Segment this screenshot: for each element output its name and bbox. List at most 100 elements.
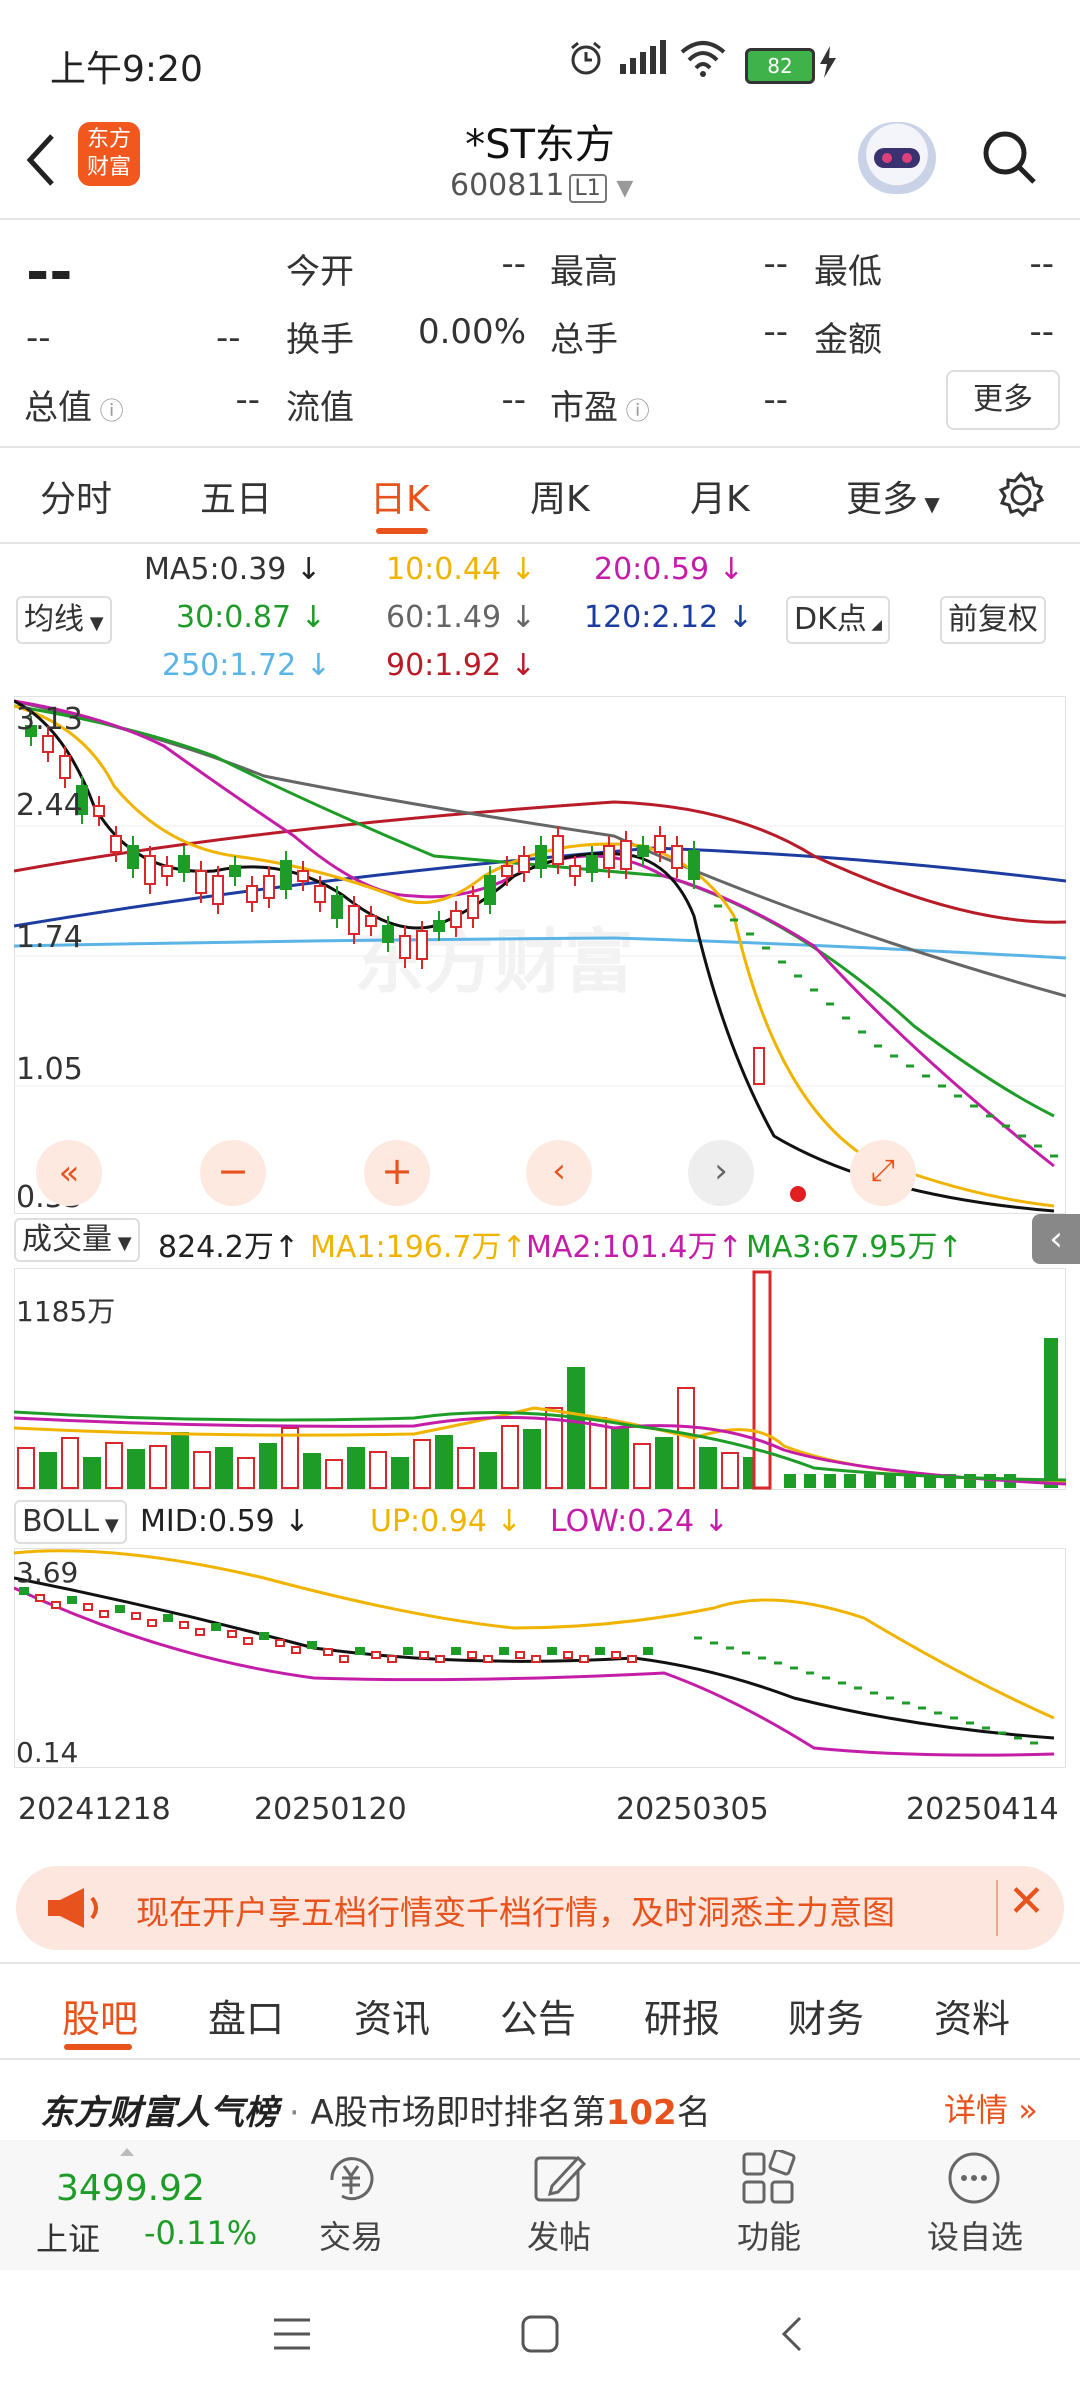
boll-candle <box>515 1651 525 1659</box>
tab-more[interactable]: 更多 ▼ <box>846 470 940 522</box>
volume-bar <box>784 1474 796 1488</box>
volume-chart[interactable] <box>14 1268 1066 1490</box>
robot-assistant-icon[interactable] <box>858 122 936 194</box>
zoom-out-button[interactable]: − <box>200 1140 266 1206</box>
boll-candle <box>339 1655 349 1663</box>
stock-code[interactable]: 600811 L1 ▼ <box>450 168 633 203</box>
tab-more-label: 更多 <box>846 479 919 520</box>
boll-candle <box>355 1647 365 1655</box>
menu-icon[interactable] <box>272 2316 312 2352</box>
rank-detail-link[interactable]: 详情 » <box>944 2085 1038 2131</box>
volume-label: 总手 <box>550 320 618 360</box>
tab-profile[interactable]: 资料 <box>934 1988 1010 2043</box>
candle <box>450 910 462 928</box>
chevron-down-icon: ▼ <box>616 176 634 201</box>
volume-indicator-select[interactable]: 成交量 ▼ <box>14 1218 140 1262</box>
x-date-4: 20250414 <box>906 1792 1059 1827</box>
promo-banner[interactable]: 现在开户享五档行情变千档行情，及时洞悉主力意图 ✕ <box>16 1866 1064 1950</box>
zoom-in-button[interactable]: + <box>364 1140 430 1206</box>
volume-bar <box>105 1442 123 1489</box>
low-label: 最低 <box>814 252 882 292</box>
tab-monthly-k[interactable]: 月K <box>690 470 750 522</box>
x-date-1: 20241218 <box>18 1792 171 1827</box>
boll-candle <box>163 1614 173 1622</box>
nav-add-watchlist[interactable]: 设自选 <box>920 2212 1030 2258</box>
boll-candle <box>83 1603 93 1611</box>
volume-bar <box>633 1443 651 1489</box>
volume-bar <box>39 1452 57 1489</box>
ma60-legend: 60:1.49 ↓ <box>386 600 536 635</box>
home-icon[interactable] <box>520 2314 560 2354</box>
volume-bar <box>567 1367 585 1489</box>
boll-candle <box>131 1612 141 1620</box>
tab-news[interactable]: 资讯 <box>354 1988 430 2043</box>
dk-point-button[interactable]: DK点 ◢ <box>786 596 890 644</box>
amount-label: 金额 <box>814 320 882 360</box>
tab-guba[interactable]: 股吧 <box>62 1988 138 2043</box>
caret-down-icon: ▼ <box>84 613 104 634</box>
collapse-panel-icon[interactable]: ‹ <box>1032 1214 1080 1264</box>
boll-candle <box>387 1655 397 1663</box>
ma5-legend: MA5:0.39 ↓ <box>144 552 321 587</box>
close-icon[interactable]: ✕ <box>1008 1876 1045 1927</box>
volume-bar <box>347 1447 365 1489</box>
pe-value: -- <box>763 380 788 420</box>
boll-indicator-select[interactable]: BOLL ▼ <box>14 1500 127 1544</box>
boll-axis-top: 3.69 <box>16 1556 79 1589</box>
tab-intraday[interactable]: 分时 <box>40 470 112 522</box>
volume-bar <box>479 1452 497 1489</box>
rank-number: 102 <box>605 2093 677 2133</box>
expand-icon[interactable]: ⤢ <box>850 1140 916 1206</box>
info-icon[interactable]: ⓘ <box>618 397 650 425</box>
boll-candle <box>51 1601 61 1609</box>
scroll-right-button[interactable]: › <box>688 1140 754 1206</box>
search-icon[interactable] <box>980 128 1038 186</box>
ma120-legend: 120:2.12 ↓ <box>584 600 753 635</box>
volume-bar <box>721 1452 739 1489</box>
volume-bar <box>864 1474 876 1488</box>
candle <box>586 855 598 873</box>
nav-trade[interactable]: 交易 <box>296 2212 406 2258</box>
info-icon[interactable]: ⓘ <box>92 397 124 425</box>
vol-ma3-value: MA3:67.95万 <box>746 1230 938 1265</box>
rewind-button[interactable]: « <box>36 1140 102 1206</box>
caret-down-icon: ▼ <box>99 1515 119 1536</box>
volume-bar <box>325 1459 343 1489</box>
candle <box>42 735 54 753</box>
back-icon[interactable] <box>776 2314 806 2354</box>
boll-chart[interactable] <box>14 1548 1066 1768</box>
candle <box>637 845 649 857</box>
tab-research[interactable]: 研报 <box>644 1988 720 2043</box>
tab-pankou[interactable]: 盘口 <box>208 1988 284 2043</box>
candle <box>263 875 275 899</box>
down-arrow-icon: ↓ <box>727 600 753 635</box>
down-arrow-icon: ↓ <box>510 648 536 683</box>
scroll-left-button[interactable]: ‹ <box>526 1140 592 1206</box>
candle <box>178 855 190 873</box>
settings-gear-icon[interactable] <box>996 470 1046 520</box>
tab-finance[interactable]: 财务 <box>788 1988 864 2043</box>
candlestick-chart[interactable]: 东方财富 <box>14 696 1066 1214</box>
boll-candle <box>147 1619 157 1627</box>
index-change: -0.11% <box>144 2214 258 2252</box>
more-quote-button[interactable]: 更多 <box>946 370 1060 430</box>
pe-text: 市盈 <box>550 388 618 428</box>
dk-point-label: DK点 <box>794 602 867 637</box>
tab-daily-k[interactable]: 日K <box>370 470 430 522</box>
volume-bar <box>457 1447 475 1489</box>
nav-functions[interactable]: 功能 <box>714 2212 824 2258</box>
boll-mid-legend: MID:0.59 ↓ <box>140 1504 310 1539</box>
tab-five-day[interactable]: 五日 <box>200 470 272 522</box>
index-value[interactable]: 3499.92 <box>56 2168 205 2209</box>
boll-low-value: LOW:0.24 <box>550 1504 695 1539</box>
forward-adjust-button[interactable]: 前复权 <box>940 596 1046 644</box>
candle <box>144 855 156 885</box>
divider <box>0 446 1080 448</box>
volume-bar <box>1044 1338 1058 1488</box>
turnover-value: 0.00% <box>417 312 526 352</box>
indicator-select[interactable]: 均线 ▼ <box>16 596 112 644</box>
nav-post[interactable]: 发帖 <box>504 2212 614 2258</box>
popularity-rank[interactable]: 东方财富人气榜 · A股市场即时排名第102名 <box>40 2085 711 2134</box>
tab-announcement[interactable]: 公告 <box>500 1988 576 2043</box>
tab-weekly-k[interactable]: 周K <box>530 470 590 522</box>
